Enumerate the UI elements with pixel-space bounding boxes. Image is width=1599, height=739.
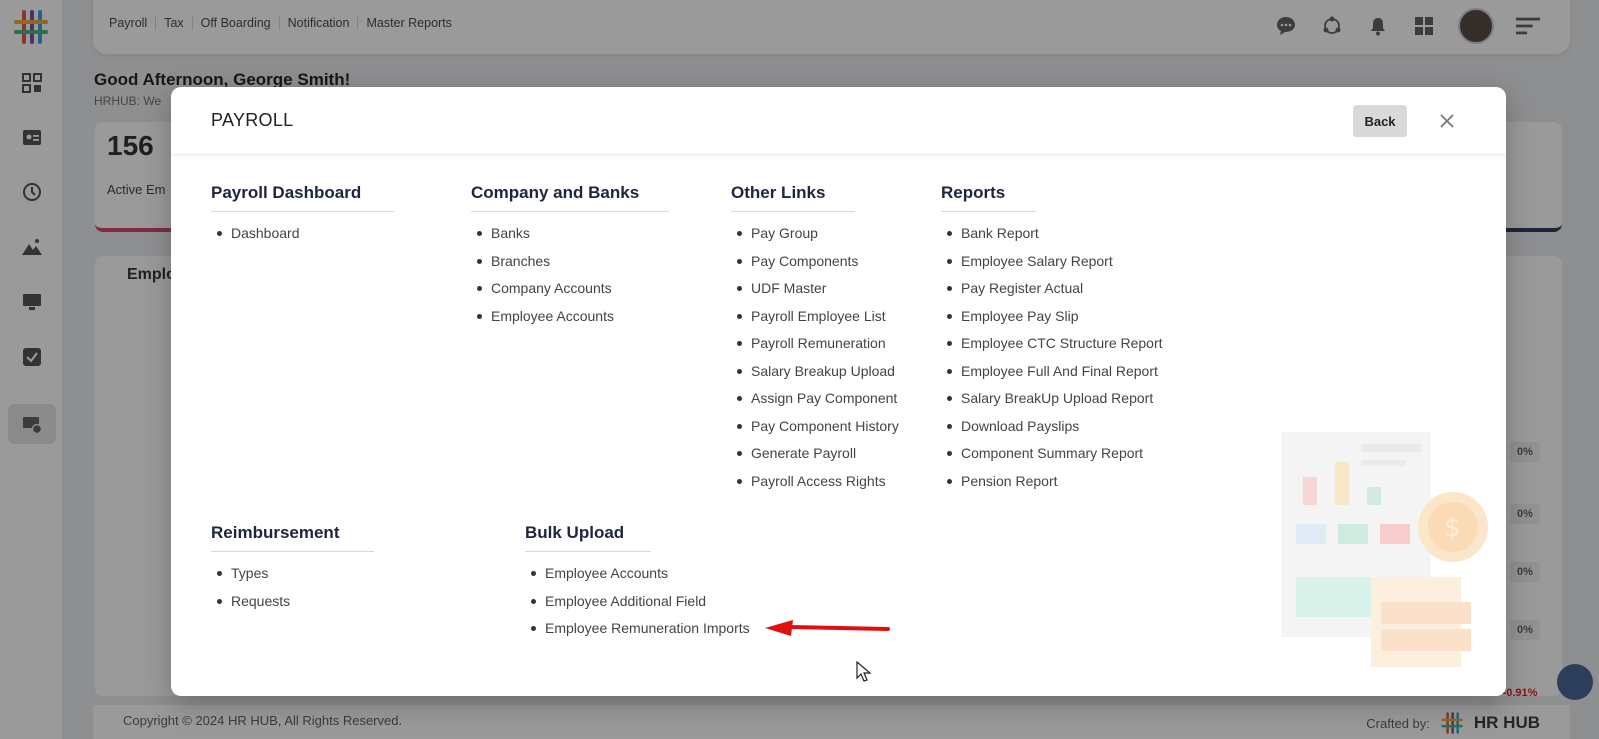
section-payroll-dashboard: Payroll Dashboard Dashboard: [211, 183, 394, 252]
section-reports: Reports Bank Report Employee Salary Repo…: [941, 183, 1163, 499]
section-bulk-upload: Bulk Upload Employee Accounts Employee A…: [525, 523, 750, 647]
link-bulk-employee-accounts[interactable]: Employee Accounts: [525, 564, 750, 592]
link-banks[interactable]: Banks: [471, 224, 669, 252]
link-pay-group[interactable]: Pay Group: [731, 224, 899, 252]
modal-title: PAYROLL: [211, 110, 294, 130]
link-employee-additional-field[interactable]: Employee Additional Field: [525, 592, 750, 620]
mouse-cursor-icon: [856, 661, 872, 682]
link-employee-accounts[interactable]: Employee Accounts: [471, 307, 669, 335]
section-list: Dashboard: [211, 224, 394, 252]
link-employee-full-and-final-report[interactable]: Employee Full And Final Report: [941, 362, 1163, 390]
link-company-accounts[interactable]: Company Accounts: [471, 279, 669, 307]
close-icon[interactable]: [1433, 107, 1461, 135]
link-requests[interactable]: Requests: [211, 592, 374, 620]
red-arrow-annotation-icon: [765, 620, 890, 636]
svg-text:$: $: [1444, 513, 1461, 543]
help-chat-icon[interactable]: [1557, 664, 1593, 700]
section-heading: Payroll Dashboard: [211, 183, 394, 212]
link-pay-components[interactable]: Pay Components: [731, 252, 899, 280]
link-payroll-employee-list[interactable]: Payroll Employee List: [731, 307, 899, 335]
link-bank-report[interactable]: Bank Report: [941, 224, 1163, 252]
link-salary-breakup-upload-report[interactable]: Salary BreakUp Upload Report: [941, 389, 1163, 417]
link-component-summary-report[interactable]: Component Summary Report: [941, 444, 1163, 472]
link-types[interactable]: Types: [211, 564, 374, 592]
link-pay-component-history[interactable]: Pay Component History: [731, 417, 899, 445]
link-employee-pay-slip[interactable]: Employee Pay Slip: [941, 307, 1163, 335]
link-download-payslips[interactable]: Download Payslips: [941, 417, 1163, 445]
modal-header: PAYROLL Back: [171, 87, 1506, 155]
back-button[interactable]: Back: [1353, 105, 1407, 137]
link-branches[interactable]: Branches: [471, 252, 669, 280]
link-salary-breakup-upload[interactable]: Salary Breakup Upload: [731, 362, 899, 390]
link-pay-register-actual[interactable]: Pay Register Actual: [941, 279, 1163, 307]
section-reimbursement: Reimbursement Types Requests: [211, 523, 374, 619]
link-employee-remuneration-imports[interactable]: Employee Remuneration Imports: [525, 619, 750, 647]
section-heading: Reports: [941, 183, 1036, 212]
section-list: Types Requests: [211, 564, 374, 619]
section-heading: Bulk Upload: [525, 523, 651, 552]
link-udf-master[interactable]: UDF Master: [731, 279, 899, 307]
section-list: Bank Report Employee Salary Report Pay R…: [941, 224, 1163, 499]
link-employee-ctc-structure-report[interactable]: Employee CTC Structure Report: [941, 334, 1163, 362]
section-list: Banks Branches Company Accounts Employee…: [471, 224, 669, 334]
payroll-illustration-icon: $: [1281, 432, 1501, 677]
link-assign-pay-component[interactable]: Assign Pay Component: [731, 389, 899, 417]
link-payroll-access-rights[interactable]: Payroll Access Rights: [731, 472, 899, 500]
link-dashboard[interactable]: Dashboard: [211, 224, 394, 252]
link-employee-salary-report[interactable]: Employee Salary Report: [941, 252, 1163, 280]
link-generate-payroll[interactable]: Generate Payroll: [731, 444, 899, 472]
section-other-links: Other Links Pay Group Pay Components UDF…: [731, 183, 899, 499]
section-heading: Other Links: [731, 183, 855, 212]
section-company-and-banks: Company and Banks Banks Branches Company…: [471, 183, 669, 334]
section-heading: Reimbursement: [211, 523, 374, 552]
section-heading: Company and Banks: [471, 183, 669, 212]
section-list: Pay Group Pay Components UDF Master Payr…: [731, 224, 899, 499]
payroll-modal: PAYROLL Back Payroll Dashboard Dashboard…: [171, 87, 1506, 696]
link-pension-report[interactable]: Pension Report: [941, 472, 1163, 500]
link-payroll-remuneration[interactable]: Payroll Remuneration: [731, 334, 899, 362]
section-list: Employee Accounts Employee Additional Fi…: [525, 564, 750, 647]
